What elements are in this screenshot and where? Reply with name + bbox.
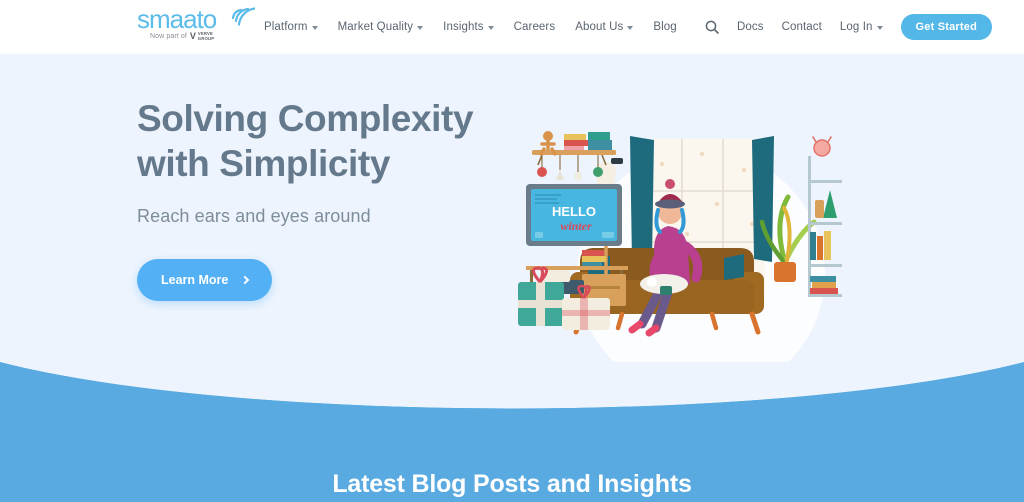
logo-partner-line: Now part of V VERVE GROUP (150, 32, 255, 41)
hero-copy: Solving Complexity with Simplicity Reach… (137, 96, 537, 302)
nav-label: Contact (781, 21, 822, 33)
get-started-button[interactable]: Get Started (900, 14, 992, 40)
site-logo[interactable]: smaato Now part of V VERVE GROUP (137, 6, 255, 48)
page-title: Solving Complexity with Simplicity (137, 96, 537, 186)
winter-living-room-illustration: HELLO winter (518, 131, 842, 337)
utility-navigation: Docs Contact Log In Get Started (705, 0, 992, 54)
nav-label: Blog (653, 21, 677, 33)
site-header: smaato Now part of V VERVE GROUP Platfor… (0, 0, 1024, 54)
chevron-down-icon (627, 25, 634, 30)
nav-item-careers[interactable]: Careers (514, 21, 556, 33)
smaato-logo-icon: smaato (137, 6, 255, 34)
nav-label: Log In (839, 21, 873, 33)
chevron-down-icon (876, 25, 883, 30)
nav-item-insights[interactable]: Insights (443, 21, 494, 33)
verve-initial: V (189, 31, 196, 41)
nav-item-log-in[interactable]: Log In (840, 21, 883, 33)
nav-item-contact[interactable]: Contact (782, 21, 822, 33)
nav-item-platform[interactable]: Platform (264, 21, 318, 33)
chevron-down-icon (417, 25, 424, 30)
wave-divider (0, 362, 1024, 428)
nav-label: About Us (575, 21, 624, 33)
search-icon[interactable] (705, 20, 719, 34)
nav-label: Market Quality (337, 21, 414, 33)
logo-tagline: Now part of (150, 33, 187, 40)
hero-title-line-1: Solving Complexity (137, 98, 474, 139)
verve-group-badge: V VERVE GROUP (190, 32, 214, 41)
verve-name-line2: GROUP (197, 35, 215, 41)
chevron-down-icon (311, 25, 318, 30)
nav-label: Platform (264, 21, 308, 33)
nav-item-market-quality[interactable]: Market Quality (338, 21, 424, 33)
page-root: smaato Now part of V VERVE GROUP Platfor… (0, 0, 1024, 502)
hero-title-line-2: with Simplicity (137, 143, 391, 185)
nav-label: Insights (443, 21, 484, 33)
nav-item-docs[interactable]: Docs (737, 21, 764, 33)
tv-text-winter: winter (560, 219, 592, 233)
learn-more-button[interactable]: Learn More (137, 259, 273, 302)
chevron-right-icon (241, 276, 250, 285)
tv-text-hello: HELLO (552, 204, 596, 219)
hero-subtitle: Reach ears and eyes around (137, 206, 371, 227)
nav-item-about-us[interactable]: About Us (575, 21, 634, 33)
nav-label: Docs (736, 21, 764, 33)
blog-section-heading: Latest Blog Posts and Insights (332, 470, 692, 498)
learn-more-label: Learn More (161, 273, 229, 288)
primary-navigation: Platform Market Quality Insights Careers… (264, 0, 677, 54)
chevron-down-icon (487, 25, 494, 30)
svg-text:smaato: smaato (137, 6, 217, 34)
nav-item-blog[interactable]: Blog (653, 21, 676, 33)
nav-label: Careers (513, 21, 556, 33)
